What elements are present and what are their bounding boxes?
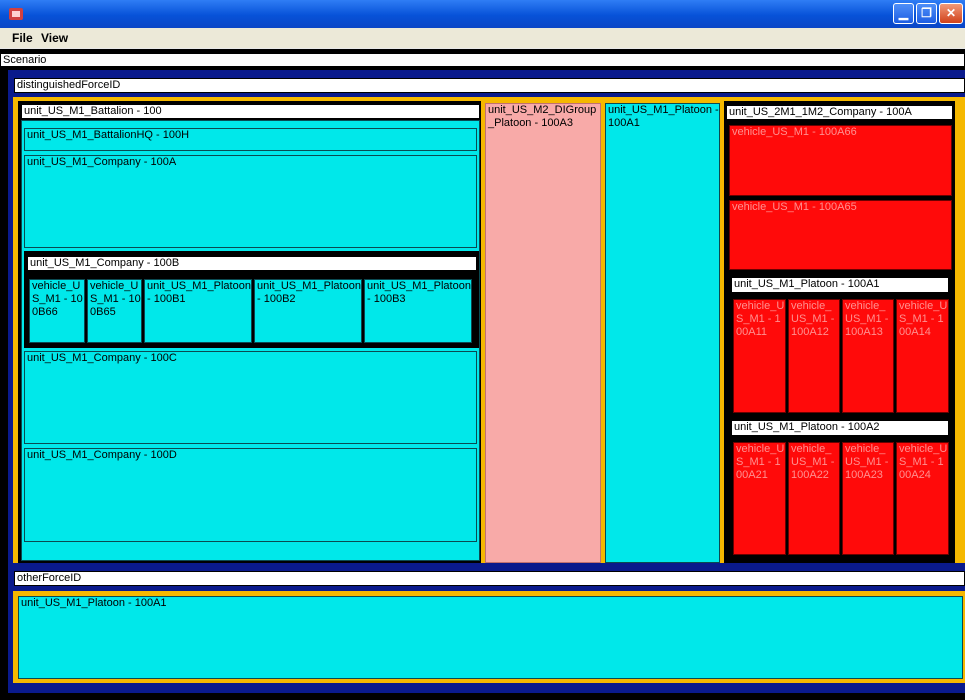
platoon-cell[interactable]: unit_US_M1_Platoon - 100B3 <box>364 279 472 343</box>
vehicle-cell[interactable]: vehicle_US_M1 - 100A13 <box>842 299 894 413</box>
menu-bar: File View <box>0 28 965 48</box>
java-app-icon <box>9 8 23 20</box>
menu-view[interactable]: View <box>41 31 68 45</box>
vehicle-cell[interactable]: vehicle_US_M1 - 100A12 <box>788 299 840 413</box>
company-2m1-label[interactable]: unit_US_2M1_1M2_Company - 100A <box>726 105 953 120</box>
vehicle-cell[interactable]: vehicle_US_M1 - 100A23 <box>842 442 894 555</box>
platoon-a1-label[interactable]: unit_US_M1_Platoon - 100A1 <box>731 277 949 293</box>
window-titlebar[interactable] <box>0 0 965 28</box>
vehicle-cell[interactable]: vehicle_US_M1 - 100B65 <box>87 279 142 343</box>
company-a-cell[interactable]: unit_US_M1_Company - 100A <box>24 155 477 248</box>
vehicle-cell[interactable]: vehicle_US_M1 - 100A14 <box>896 299 949 413</box>
vehicle-cell[interactable]: vehicle_US_M1 - 100A22 <box>788 442 840 555</box>
vehicle-a66-cell[interactable]: vehicle_US_M1 - 100A66 <box>729 125 952 196</box>
menu-file[interactable]: File <box>12 31 33 45</box>
vehicle-cell[interactable]: vehicle_US_M1 - 100A21 <box>733 442 786 555</box>
platoon-cell[interactable]: unit_US_M1_Platoon - 100B2 <box>254 279 362 343</box>
other-force-label[interactable]: otherForceID <box>14 571 965 586</box>
vehicle-cell[interactable]: vehicle_US_M1 - 100A11 <box>733 299 786 413</box>
battalion-label[interactable]: unit_US_M1_Battalion - 100 <box>21 104 480 119</box>
company-d-cell[interactable]: unit_US_M1_Company - 100D <box>24 448 477 542</box>
battalion-hq-cell[interactable]: unit_US_M1_BattalionHQ - 100H <box>24 128 477 151</box>
minimize-icon: ▁ <box>898 6 909 20</box>
vehicle-a65-cell[interactable]: vehicle_US_M1 - 100A65 <box>729 200 952 270</box>
platoon-cell[interactable]: unit_US_M1_Platoon - 100B1 <box>144 279 252 343</box>
platoon-100a1-cell[interactable]: unit_US_M1_Platoon - 100A1 <box>605 103 720 563</box>
company-b-label[interactable]: unit_US_M1_Company - 100B <box>27 256 477 271</box>
close-icon: ✕ <box>945 6 957 20</box>
company-c-cell[interactable]: unit_US_M1_Company - 100C <box>24 351 477 444</box>
platoon-a2-label[interactable]: unit_US_M1_Platoon - 100A2 <box>731 420 949 436</box>
vehicle-cell[interactable]: vehicle_US_M1 - 100B66 <box>29 279 85 343</box>
close-button[interactable]: ✕ <box>939 3 963 24</box>
other-platoon-cell[interactable]: unit_US_M1_Platoon - 100A1 <box>18 596 963 679</box>
scenario-label[interactable]: Scenario <box>0 53 965 67</box>
maximize-icon: ❐ <box>921 6 932 20</box>
maximize-button[interactable]: ❐ <box>916 3 937 24</box>
minimize-button[interactable]: ▁ <box>893 3 914 24</box>
distinguished-force-label[interactable]: distinguishedForceID <box>14 78 965 93</box>
vehicle-cell[interactable]: vehicle_US_M1 - 100A24 <box>896 442 949 555</box>
digroup-platoon-cell[interactable]: unit_US_M2_DIGroup_Platoon - 100A3 <box>485 103 601 563</box>
